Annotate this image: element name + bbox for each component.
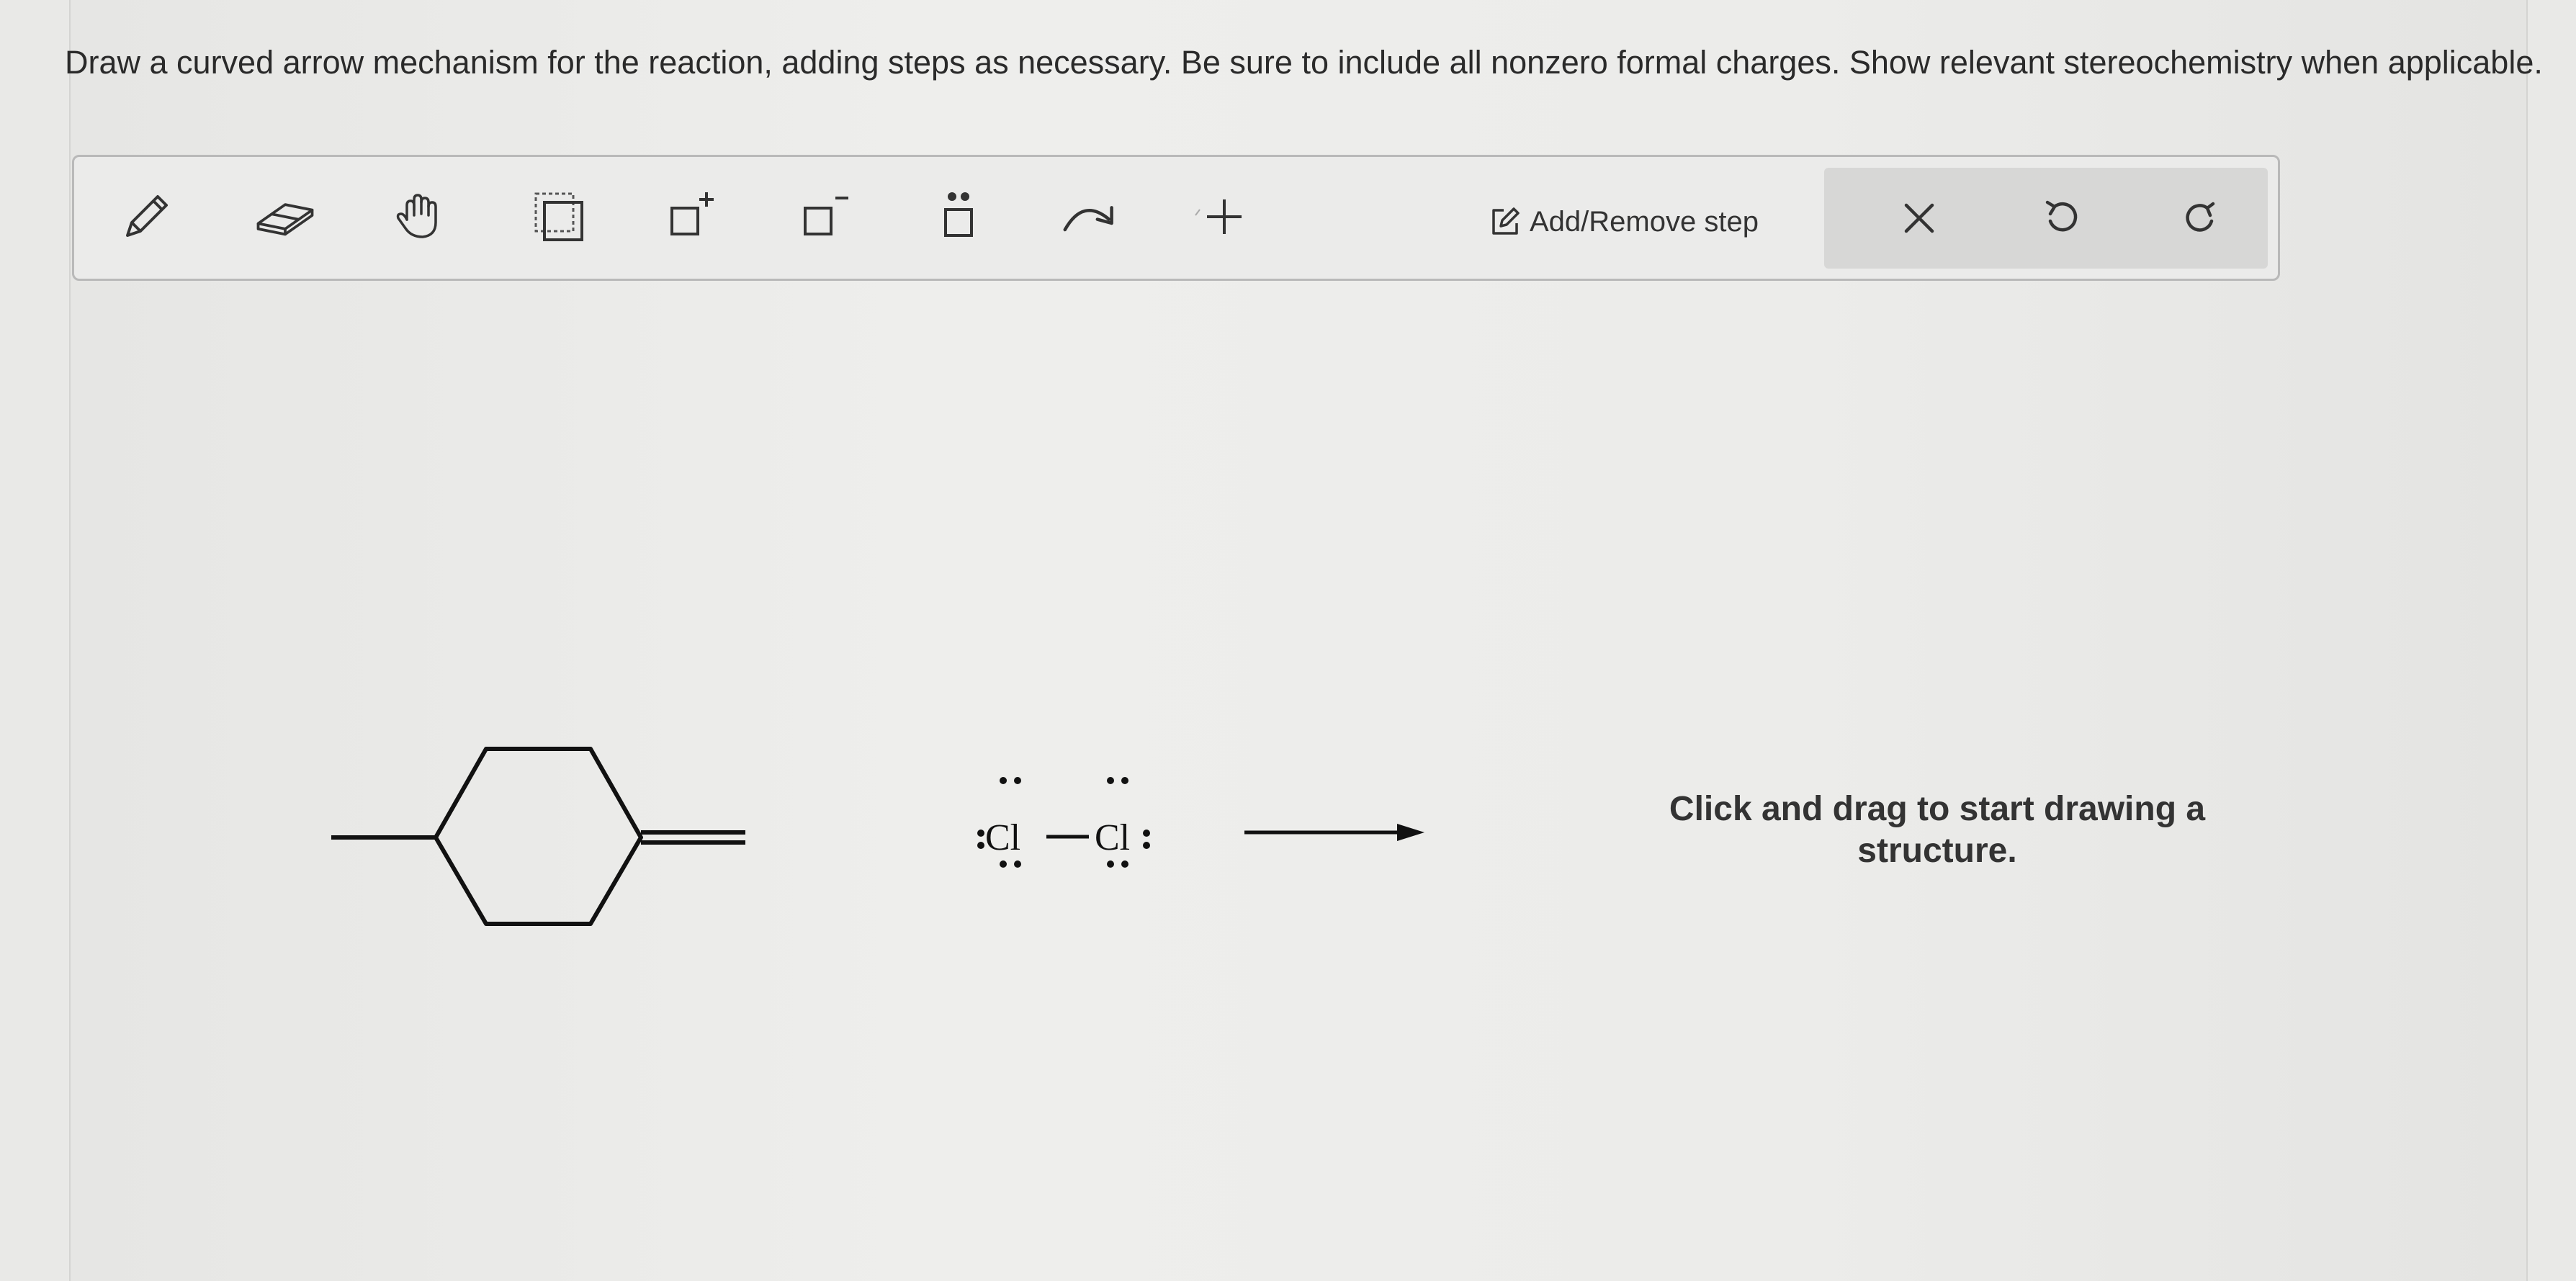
reaction-arrow [1244, 824, 1424, 841]
methylenecyclohexane-structure [331, 747, 745, 926]
chlorine-atom-1: Cl [985, 817, 1020, 858]
chlorine-atom-2: Cl [1095, 817, 1130, 858]
drawing-canvas[interactable]: Cl Cl [0, 0, 2576, 1281]
canvas-hint-text: Click and drag to start drawing a struct… [1669, 790, 2206, 870]
chlorine-molecule: Cl Cl [977, 777, 1150, 868]
